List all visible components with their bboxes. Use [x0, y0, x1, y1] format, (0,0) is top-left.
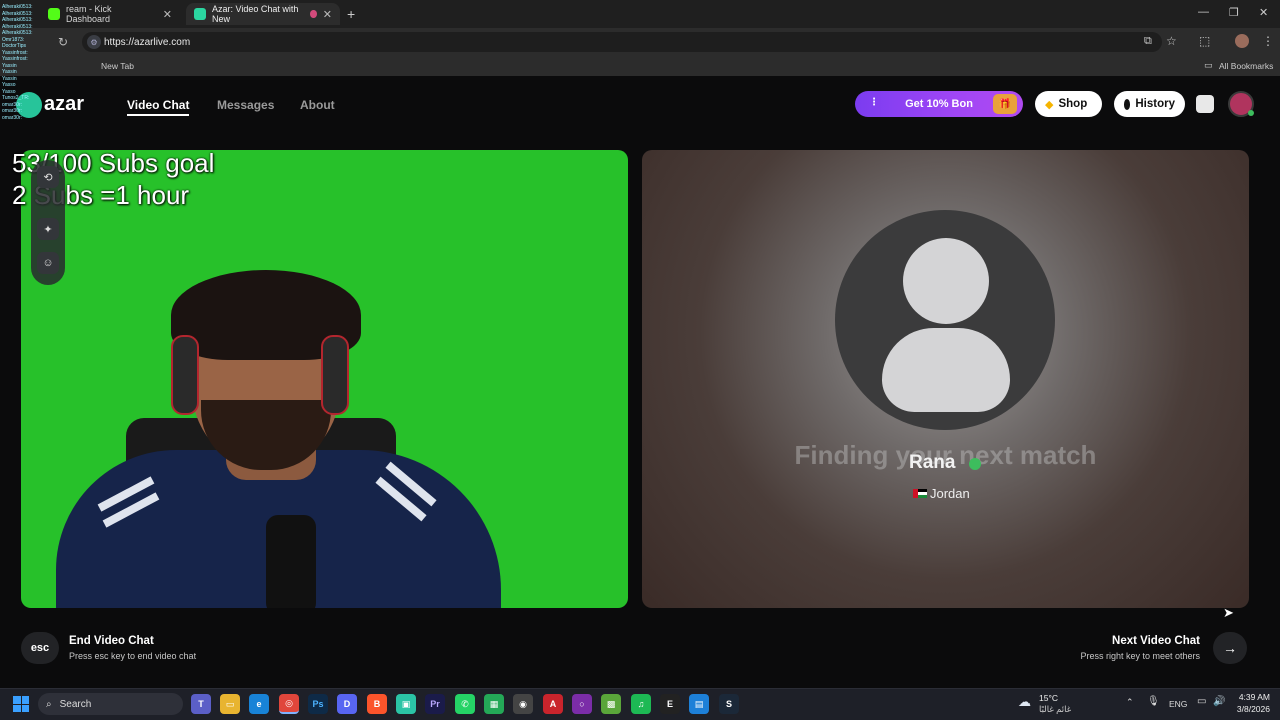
history-label: History: [1135, 98, 1175, 110]
url-field[interactable]: ⚙ https://azarlive.com: [82, 32, 1162, 52]
volume-icon[interactable]: 🔊: [1213, 696, 1225, 707]
headphone-left-shape: [171, 335, 199, 415]
bookmarks-bar: [0, 56, 1280, 76]
file-explorer-icon[interactable]: ▭: [220, 694, 240, 714]
bookmark-star-icon[interactable]: ☆: [1166, 34, 1177, 48]
extensions-icon[interactable]: ⬚: [1199, 34, 1210, 48]
steam-icon[interactable]: S: [719, 694, 739, 714]
microphone-shape: [266, 515, 316, 608]
obs-icon[interactable]: ◉: [513, 694, 533, 714]
jordan-flag-icon: [913, 489, 927, 498]
photos-icon[interactable]: ▤: [689, 694, 709, 714]
magic-effects-icon[interactable]: ✦: [37, 218, 59, 240]
minecraft-icon[interactable]: ▩: [601, 694, 621, 714]
close-tab-icon[interactable]: ✕: [163, 8, 172, 21]
photoshop-icon[interactable]: Ps: [308, 694, 328, 714]
online-indicator: [1248, 110, 1254, 116]
chrome-icon[interactable]: ◎: [279, 694, 299, 714]
tab-label: Azar: Video Chat with New: [212, 4, 299, 24]
promo-label: Get 10% Bon: [905, 98, 973, 110]
self-video: [21, 150, 628, 608]
bookmark-new-tab[interactable]: New Tab: [101, 61, 134, 71]
gem-icon: ◆: [1045, 98, 1054, 111]
clock-date[interactable]: 3/8/2026: [1228, 704, 1270, 714]
spotify-icon[interactable]: ♫: [631, 694, 651, 714]
stream-chat-overlay: Alheraki0513: Alheraki0513: Alheraki0513…: [2, 4, 70, 121]
history-button[interactable]: History: [1114, 91, 1185, 117]
premiere-icon[interactable]: Pr: [425, 694, 445, 714]
search-icon: ⌕: [46, 698, 52, 710]
next-video-chat-hint: Press right key to meet others: [1080, 651, 1200, 661]
match-country: Jordan: [930, 486, 970, 501]
end-video-chat-title[interactable]: End Video Chat: [69, 635, 154, 647]
match-name: Rana: [909, 452, 956, 473]
end-video-chat-hint: Press esc key to end video chat: [69, 651, 197, 661]
install-app-icon[interactable]: ⧉: [1144, 35, 1152, 48]
epic-games-icon[interactable]: E: [660, 694, 680, 714]
inbox-icon[interactable]: [1196, 95, 1214, 113]
tray-chevron-icon[interactable]: ⌃: [1126, 697, 1134, 708]
weather-temp[interactable]: 15°C: [1039, 693, 1058, 703]
tab-azar[interactable]: Azar: Video Chat with New ✕: [186, 3, 340, 25]
network-icon[interactable]: ▭: [1197, 696, 1206, 707]
placeholder-body-shape: [882, 328, 1010, 412]
shop-label: Shop: [1058, 98, 1088, 110]
menu-icon[interactable]: ⋮: [1262, 34, 1274, 48]
whatsapp-icon[interactable]: ✆: [455, 694, 475, 714]
minimize-icon[interactable]: —: [1198, 6, 1209, 18]
nav-video-chat[interactable]: Video Chat: [127, 98, 190, 116]
next-arrow-button[interactable]: →: [1213, 632, 1247, 664]
placeholder-head-shape: [903, 238, 989, 324]
folder-icon: ▭: [1204, 60, 1213, 70]
all-bookmarks[interactable]: All Bookmarks: [1219, 61, 1273, 71]
sticker-icon[interactable]: ☺: [37, 252, 59, 274]
language-indicator[interactable]: ENG: [1169, 699, 1187, 709]
tab-label: ream - Kick Dashboard: [66, 4, 112, 24]
search-label: Search: [59, 698, 92, 710]
camera-switch-icon[interactable]: ⟲: [37, 166, 59, 188]
promo-bonus-button[interactable]: ⋮ Get 10% Bon 🎁: [855, 91, 1023, 117]
more-icon: ⋮: [869, 97, 879, 108]
treasure-chest-icon: 🎁: [993, 94, 1017, 114]
clock-time[interactable]: 4:39 AM: [1228, 692, 1270, 702]
close-tab-icon[interactable]: ✕: [323, 8, 332, 21]
weather-cloud-icon: ☁: [1018, 694, 1031, 709]
url-text: https://azarlive.com: [104, 36, 191, 48]
azar-tab-icon: [194, 8, 206, 20]
sheets-icon[interactable]: ▦: [484, 694, 504, 714]
nav-messages[interactable]: Messages: [217, 98, 274, 112]
site-info-icon[interactable]: ⚙: [87, 35, 101, 49]
taskbar-search[interactable]: ⌕ Search: [38, 693, 183, 715]
weather-desc: غائم غالبًا: [1039, 704, 1072, 714]
restore-icon[interactable]: ❐: [1229, 6, 1239, 19]
verified-icon: [969, 458, 981, 470]
app-icon[interactable]: ▣: [396, 694, 416, 714]
cursor-icon: ➤: [1223, 605, 1234, 620]
shop-button[interactable]: ◆ Shop: [1035, 91, 1102, 117]
clock-icon: [1124, 98, 1131, 110]
discord-icon[interactable]: D: [337, 694, 357, 714]
recording-icon: [310, 10, 317, 18]
nav-about[interactable]: About: [300, 98, 335, 112]
next-video-chat-title[interactable]: Next Video Chat: [1060, 635, 1200, 647]
esc-key-button[interactable]: esc: [21, 632, 59, 664]
headphone-right-shape: [321, 335, 349, 415]
edge-icon[interactable]: e: [249, 694, 269, 714]
brave-icon[interactable]: B: [367, 694, 387, 714]
chat-line: omar30r:: [2, 114, 23, 121]
profile-avatar[interactable]: [1235, 34, 1249, 48]
acrobat-icon[interactable]: A: [543, 694, 563, 714]
match-video: [642, 150, 1249, 608]
teams-icon[interactable]: T: [191, 694, 211, 714]
app-ring-icon[interactable]: ○: [572, 694, 592, 714]
windows-start-icon[interactable]: [13, 696, 29, 712]
new-tab-button[interactable]: +: [347, 6, 355, 22]
close-window-icon[interactable]: ✕: [1259, 6, 1268, 19]
microphone-icon[interactable]: 🎙: [1147, 696, 1160, 707]
